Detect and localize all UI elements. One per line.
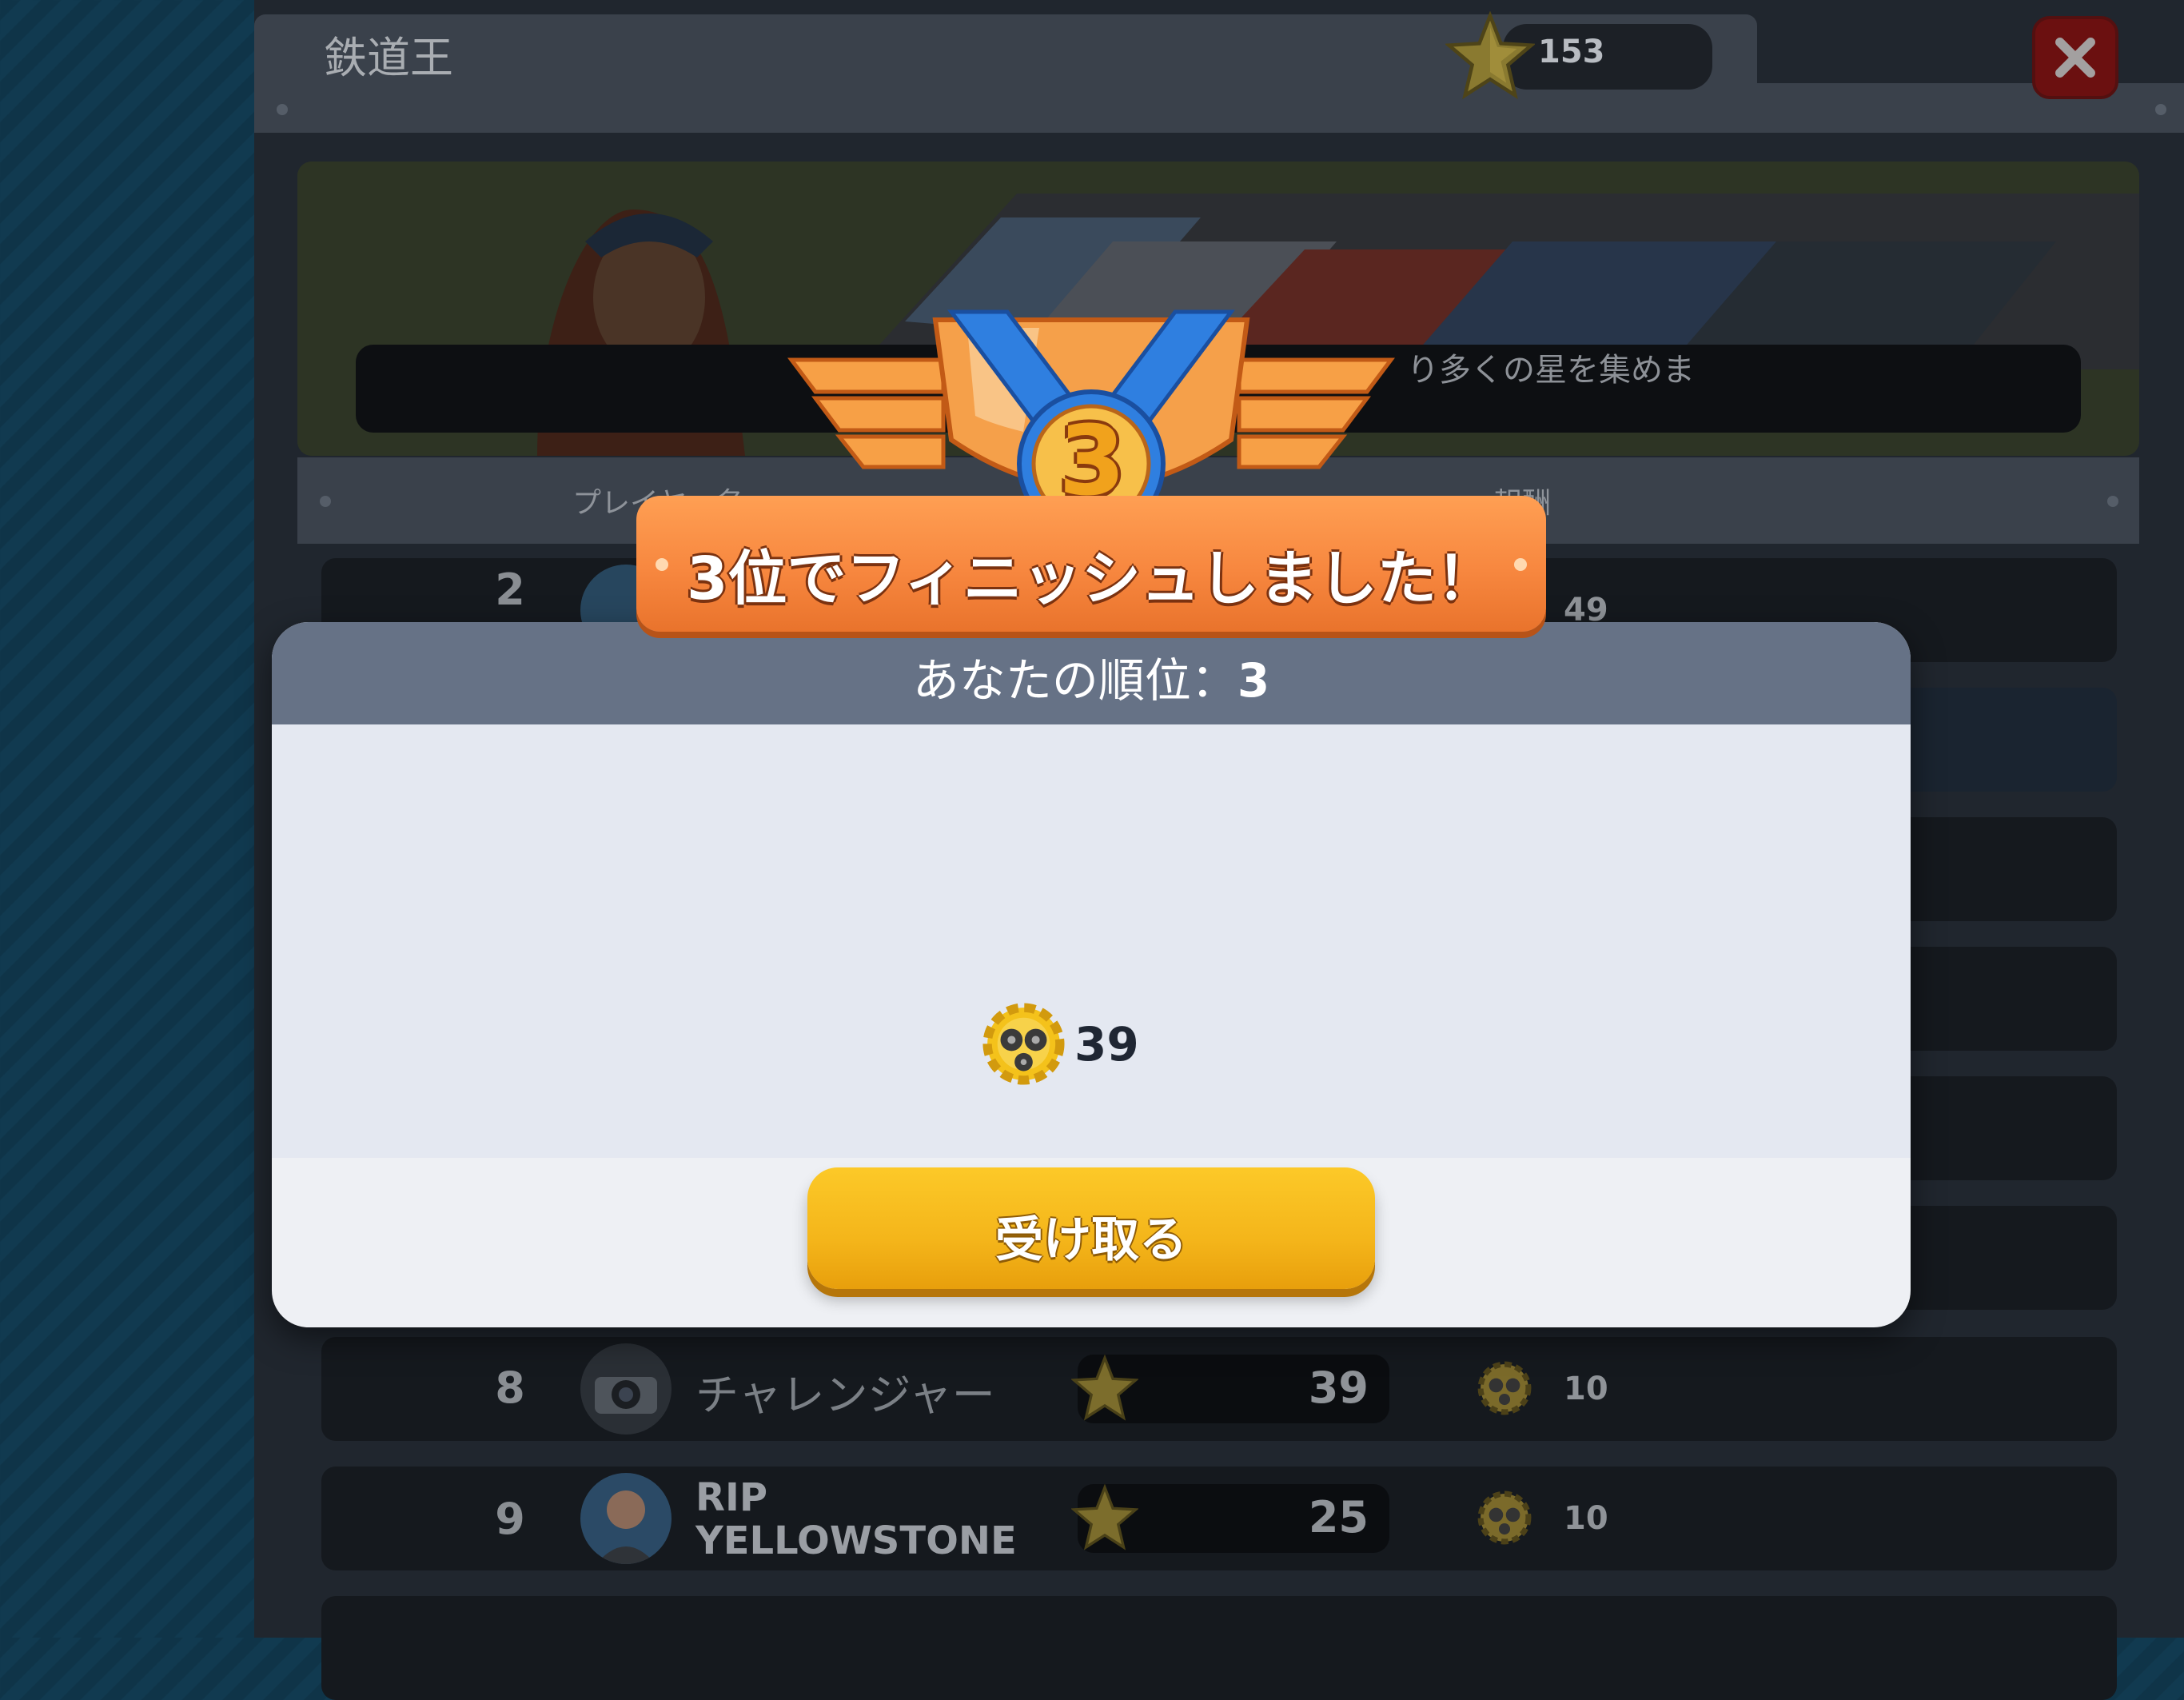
banner-instruction: り多くの星を集めま [1407,352,1695,389]
row-reward: 10 [1564,1371,1608,1407]
finish-message: 3位でフィニッシュしました！ [686,545,1496,613]
star-total: 153 [1538,34,1605,70]
star-icon [1071,1484,1138,1550]
decor-dot [2155,104,2166,115]
result-dialog: あなたの順位：3 39 受け取る [272,622,1911,1327]
row-reward: 10 [1564,1500,1608,1537]
player-name: チャレンジャー [695,1370,995,1420]
gear-icon [1477,1361,1532,1415]
claim-label: 受け取る [995,1212,1187,1268]
row-rank: 8 [495,1363,525,1413]
avatar [580,1473,672,1564]
gear-icon [982,1003,1065,1085]
row-score: 39 [1308,1363,1369,1413]
star-icon [1071,1355,1138,1421]
row-rank: 9 [495,1494,525,1544]
close-button[interactable] [2032,16,2118,99]
your-rank: あなたの順位：3 [272,643,1911,710]
rank-label: あなたの順位： [912,653,1237,708]
gear-icon [1477,1490,1532,1545]
page-title: 鉄道王 [324,33,453,83]
finish-banner: 3位でフィニッシュしました！ [636,496,1546,632]
player-name-line2: YELLOWSTONE [695,1518,1017,1563]
decor-dot [277,104,288,115]
row-score: 25 [1308,1492,1369,1542]
header-extension [1757,83,2184,133]
star-icon [1445,11,1535,100]
rank-value: 3 [1237,653,1270,708]
claim-button[interactable]: 受け取る [807,1167,1375,1289]
player-name-line1: RIP [695,1475,767,1520]
close-icon [2055,38,2095,78]
table-row[interactable] [321,1596,2117,1700]
player-portrait-icon [596,1490,656,1564]
dialog-header: あなたの順位：3 [272,622,1911,724]
dialog-body: 39 [272,724,1911,1158]
reward-amount: 39 [1074,1017,1139,1071]
decor-dot [2107,496,2118,507]
decor-dot [320,496,331,507]
row-rank: 2 [495,565,525,615]
avatar [580,1343,672,1435]
camera-avatar-icon [595,1377,657,1414]
